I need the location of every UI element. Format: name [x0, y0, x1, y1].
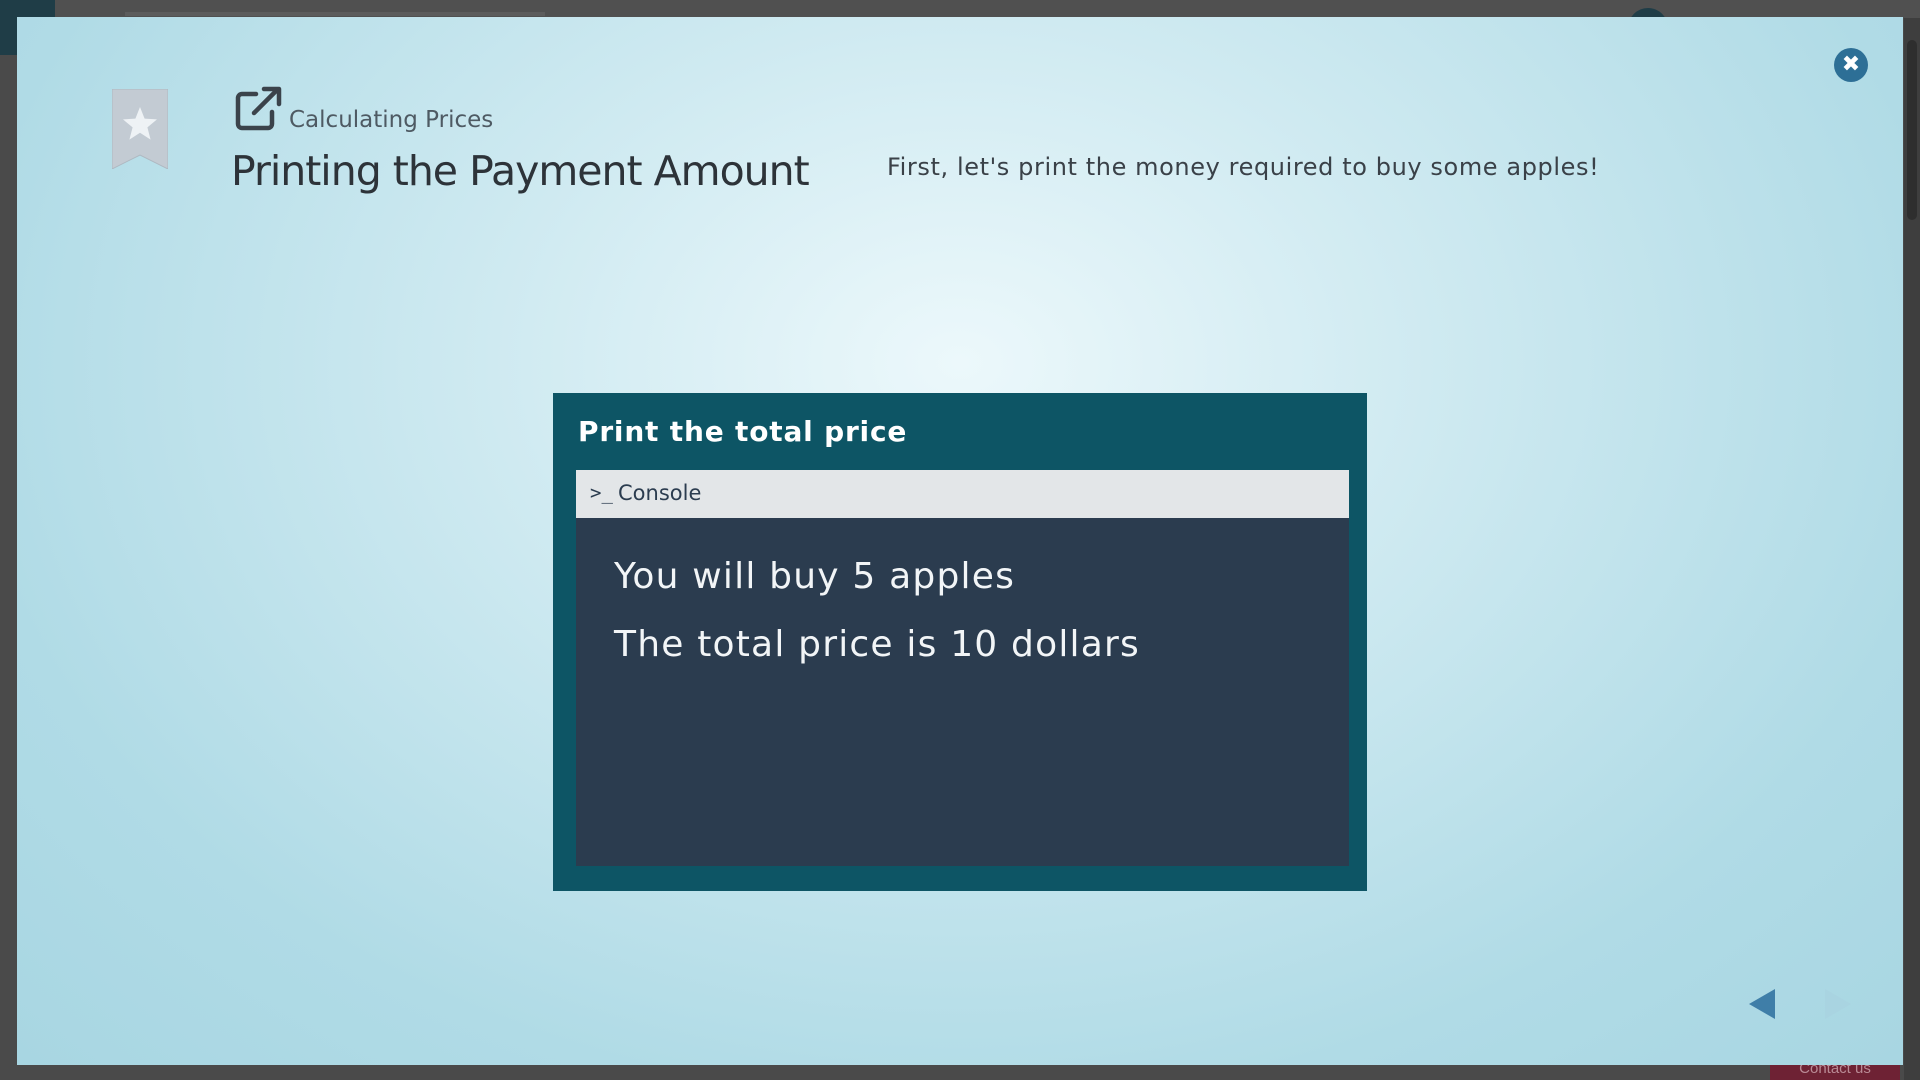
exercise-title: Print the total price: [578, 415, 908, 448]
breadcrumb: Calculating Prices: [289, 107, 494, 133]
slide-modal: ✖ Calculating Prices Printing the Paymen…: [17, 17, 1903, 1065]
next-slide-button[interactable]: [1825, 989, 1851, 1019]
console-tab-label: Console: [618, 481, 702, 505]
console-output-line: You will buy 5 apples: [614, 556, 1016, 597]
bookmark-button[interactable]: [111, 88, 169, 170]
console-tab[interactable]: >_ Console: [576, 470, 1349, 518]
app-header-placeholder: [125, 12, 545, 16]
console-output-line: The total price is 10 dollars: [614, 624, 1140, 665]
console-panel: >_ Console You will buy 5 apples The tot…: [576, 470, 1349, 866]
exercise-card: Print the total price >_ Console You wil…: [553, 393, 1367, 891]
console-output: You will buy 5 apples The total price is…: [576, 518, 1349, 866]
close-button[interactable]: ✖: [1834, 48, 1868, 82]
previous-slide-button[interactable]: [1749, 989, 1775, 1019]
page-title: Printing the Payment Amount: [231, 147, 810, 195]
star-bookmark-icon: [111, 88, 169, 170]
close-icon: ✖: [1841, 52, 1861, 77]
external-link-icon: [235, 86, 282, 131]
slide-intro-text: First, let's print the money required to…: [887, 153, 1600, 181]
terminal-prompt-icon: >_: [590, 482, 613, 504]
external-link-button[interactable]: [234, 86, 284, 132]
page-scrollbar-thumb: [1907, 40, 1917, 220]
